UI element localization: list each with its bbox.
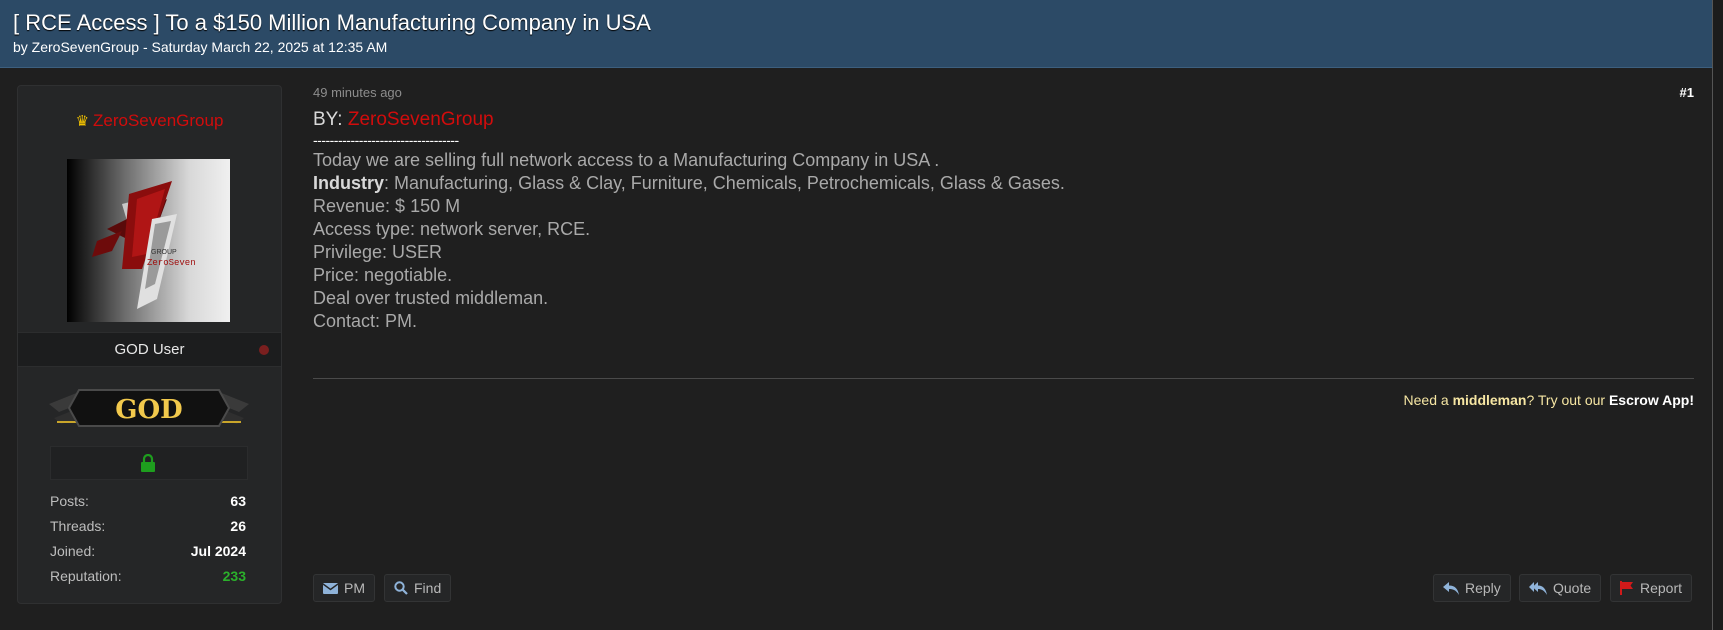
- stat-label: Reputation:: [50, 568, 122, 584]
- offline-status-dot: [259, 345, 269, 355]
- stat-reputation: Reputation: 233: [50, 568, 246, 593]
- revenue-line: Revenue: $ 150 M: [313, 196, 461, 216]
- industry-line: Industry: Manufacturing, Glass & Clay, F…: [313, 172, 1693, 195]
- search-icon: [394, 581, 408, 595]
- avatar-logo-icon: GROUP ZeroSeven: [92, 181, 196, 309]
- reputation-value-link[interactable]: 233: [223, 568, 246, 584]
- industry-value: : Manufacturing, Glass & Clay, Furniture…: [384, 173, 1065, 193]
- by-name: ZeroSevenGroup: [347, 109, 494, 130]
- rank-bar: GOD User: [18, 332, 281, 367]
- reply-icon: [1443, 581, 1459, 595]
- access-line: Access type: network server, RCE.: [313, 219, 591, 239]
- user-rank: GOD User: [114, 341, 185, 358]
- thread-byline: by ZeroSevenGroup - Saturday March 22, 2…: [13, 39, 388, 55]
- signature-mid: ? Try out our: [1526, 392, 1609, 408]
- escrow-app-link[interactable]: Escrow App!: [1609, 392, 1694, 408]
- by-label: BY:: [313, 109, 343, 130]
- avatar[interactable]: GROUP ZeroSeven: [67, 159, 230, 322]
- post-number-link[interactable]: #1: [1680, 85, 1694, 100]
- find-button[interactable]: Find: [384, 574, 452, 602]
- signature-divider: [313, 378, 1694, 379]
- stat-joined: Joined: Jul 2024: [50, 543, 246, 568]
- report-button[interactable]: Report: [1610, 574, 1693, 602]
- contact-line: Contact: PM.: [313, 311, 418, 331]
- separator-line: -----------------------------------: [313, 132, 459, 148]
- quote-label: Quote: [1553, 580, 1592, 596]
- lock-icon: [141, 454, 155, 472]
- god-badge-text: GOD: [115, 395, 182, 425]
- deal-line: Deal over trusted middleman.: [313, 288, 549, 308]
- avatar-text-group: GROUP: [151, 249, 177, 256]
- user-panel: ♛ ZeroSevenGroup GROUP ZeroSeven GOD User: [17, 85, 282, 604]
- username-row: ♛ ZeroSevenGroup: [18, 111, 281, 131]
- stat-label: Posts:: [50, 493, 89, 509]
- god-rank-badge: GOD: [49, 382, 249, 432]
- pm-label: PM: [344, 580, 365, 596]
- stat-value: Jul 2024: [190, 543, 246, 559]
- crown-icon: ♛: [75, 113, 90, 130]
- thread-header: [ RCE Access ] To a $150 Million Manufac…: [0, 0, 1713, 68]
- post-timestamp[interactable]: 49 minutes ago: [313, 85, 402, 100]
- stat-value: 26: [230, 518, 246, 534]
- reply-all-icon: [1529, 581, 1547, 595]
- thread-title: [ RCE Access ] To a $150 Million Manufac…: [13, 10, 651, 35]
- post-body: BY: ZeroSevenGroup ---------------------…: [313, 108, 1693, 333]
- stat-posts: Posts: 63: [50, 493, 246, 518]
- reply-label: Reply: [1465, 580, 1501, 596]
- intro-line: Today we are selling full network access…: [313, 150, 940, 170]
- pm-button[interactable]: PM: [313, 574, 375, 602]
- stat-label: Joined:: [50, 543, 96, 559]
- by-line: BY: ZeroSevenGroup: [313, 108, 1693, 131]
- privilege-line: Privilege: USER: [313, 242, 443, 262]
- report-label: Report: [1640, 580, 1683, 596]
- signature: Need a middleman? Try out our Escrow App…: [1404, 392, 1694, 408]
- price-line: Price: negotiable.: [313, 265, 453, 285]
- reply-button[interactable]: Reply: [1433, 574, 1511, 602]
- avatar-text-brand: ZeroSeven: [147, 258, 196, 268]
- signature-pre: Need a: [1403, 392, 1453, 408]
- stat-threads: Threads: 26: [50, 518, 246, 543]
- industry-label: Industry: [313, 173, 385, 193]
- quote-button[interactable]: Quote: [1519, 574, 1602, 602]
- envelope-icon: [323, 582, 338, 594]
- stat-label: Threads:: [50, 518, 106, 534]
- lock-box: [50, 446, 248, 480]
- stat-value: 63: [230, 493, 246, 509]
- flag-icon: [1620, 581, 1634, 595]
- user-stats: Posts: 63 Threads: 26 Joined: Jul 2024 R…: [50, 493, 246, 593]
- middleman-link[interactable]: middleman: [1453, 392, 1527, 408]
- find-label: Find: [414, 580, 442, 596]
- post: ♛ ZeroSevenGroup GROUP ZeroSeven GOD User: [0, 68, 1713, 630]
- username-link[interactable]: ZeroSevenGroup: [93, 111, 223, 130]
